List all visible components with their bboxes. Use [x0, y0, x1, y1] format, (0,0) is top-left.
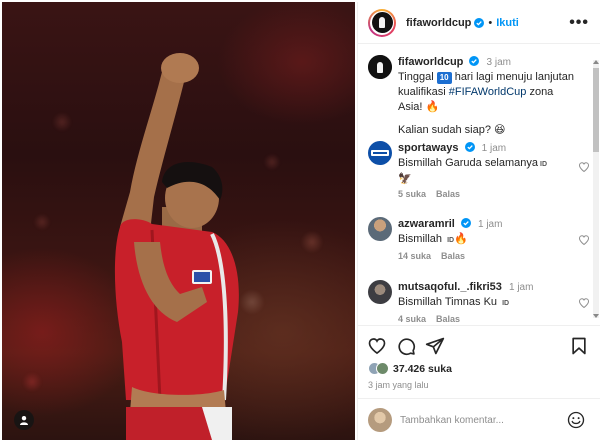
tagged-users-button[interactable] — [14, 410, 34, 430]
comment-like-icon[interactable] — [578, 234, 590, 246]
share-icon[interactable] — [425, 336, 445, 356]
sportaways-logo-icon — [371, 150, 389, 156]
likes-summary[interactable]: 37.426 suka — [368, 362, 452, 375]
comment-meta: 4 suka Balas — [398, 314, 460, 324]
caption-item: fifaworldcup 3 jam Tinggal 10 hari lagi … — [368, 55, 588, 136]
days-count-badge: 10 — [436, 72, 452, 84]
player-figure — [114, 53, 239, 440]
reply-button[interactable]: Balas — [436, 189, 460, 199]
comment-like-icon[interactable] — [578, 161, 590, 173]
caption-avatar[interactable] — [368, 55, 392, 79]
verified-badge-icon — [460, 218, 471, 228]
reply-button[interactable]: Balas — [441, 251, 465, 261]
post-timestamp[interactable]: 3 jam yang lalu — [368, 380, 429, 390]
liker-avatar — [376, 362, 389, 375]
separator-dot: • — [488, 16, 493, 29]
comment-emoji: 🦅 — [398, 173, 412, 185]
comment-avatar[interactable] — [368, 280, 392, 304]
comment-meta: 5 suka Balas — [398, 189, 460, 199]
verified-badge-icon — [464, 142, 475, 152]
follow-button[interactable]: Ikuti — [496, 17, 519, 29]
comment-time: 1 jam — [508, 282, 534, 293]
caption-text: Tinggal 10 hari lagi menuju lanjutan kua… — [398, 70, 578, 115]
comment-emoji: 🔥 — [454, 233, 468, 245]
caption-text-part: Tinggal — [398, 71, 437, 83]
comment-likes[interactable]: 14 suka — [398, 251, 431, 261]
verified-badge-icon — [474, 17, 485, 28]
comment-text: Bismillah — [398, 233, 446, 245]
comment-likes[interactable]: 4 suka — [398, 314, 426, 324]
comment-text: Bismillah Timnas Ku — [398, 296, 501, 308]
fifa-logo-icon — [371, 12, 393, 33]
bookmark-icon[interactable] — [569, 336, 589, 356]
post-photo[interactable] — [2, 2, 355, 440]
flag-emoji: ID — [540, 161, 548, 168]
likes-count[interactable]: 37.426 suka — [393, 363, 452, 375]
comment-username[interactable]: mutsaqoful._.fikri53 — [398, 281, 502, 293]
comment-username[interactable]: azwaramril — [398, 218, 455, 230]
comment-text: Bismillah Garuda selamanya — [398, 157, 539, 169]
comment-meta: 14 suka Balas — [398, 251, 465, 261]
verified-badge-icon — [469, 56, 480, 66]
comment-time: 1 jam — [478, 219, 503, 230]
heart-icon[interactable] — [367, 336, 387, 356]
comment-item: azwaramril 1 jam Bismillah ID🔥 14 suka Ba… — [368, 217, 590, 267]
comment-avatar[interactable] — [368, 141, 392, 165]
scrollbar-thumb[interactable] — [593, 68, 599, 152]
more-options-icon[interactable]: ••• — [569, 14, 589, 32]
caption-username[interactable]: fifaworldcup — [398, 56, 463, 68]
comment-input[interactable] — [400, 411, 550, 429]
header-username[interactable]: fifaworldcup — [406, 17, 471, 29]
caption-second-line: Kalian sudah siap? 😆 — [398, 124, 506, 136]
scroll-up-arrow-icon[interactable] — [593, 60, 599, 64]
current-user-avatar — [368, 408, 392, 432]
comment-icon[interactable] — [396, 336, 416, 356]
comment-likes[interactable]: 5 suka — [398, 189, 426, 199]
comment-item: sportaways 1 jam Bismillah Garuda selama… — [368, 141, 590, 203]
comments-scrollbar[interactable] — [593, 60, 599, 318]
caption-time: 3 jam — [486, 57, 511, 68]
story-ring-avatar[interactable] — [368, 8, 396, 37]
scroll-down-arrow-icon[interactable] — [593, 314, 599, 318]
post-side-panel: fifaworldcup • Ikuti ••• fifaworldcup 3 … — [357, 2, 600, 440]
comment-item: mutsaqoful._.fikri53 1 jam Bismillah Tim… — [368, 280, 590, 325]
emoji-icon[interactable] — [567, 411, 585, 429]
post-header: fifaworldcup • Ikuti ••• — [358, 2, 600, 44]
comment-avatar[interactable] — [368, 217, 392, 241]
comment-like-icon[interactable] — [578, 297, 590, 309]
comment-username[interactable]: sportaways — [398, 142, 459, 154]
comment-time: 1 jam — [481, 143, 507, 154]
comments-list[interactable]: fifaworldcup 3 jam Tinggal 10 hari lagi … — [358, 45, 600, 325]
hashtag-link[interactable]: #FIFAWorldCup — [449, 86, 527, 98]
comment-composer — [358, 398, 600, 440]
user-tag-icon — [20, 416, 28, 425]
reply-button[interactable]: Balas — [436, 314, 460, 324]
fifa-logo-icon — [368, 55, 392, 79]
flag-emoji: ID — [502, 300, 510, 307]
